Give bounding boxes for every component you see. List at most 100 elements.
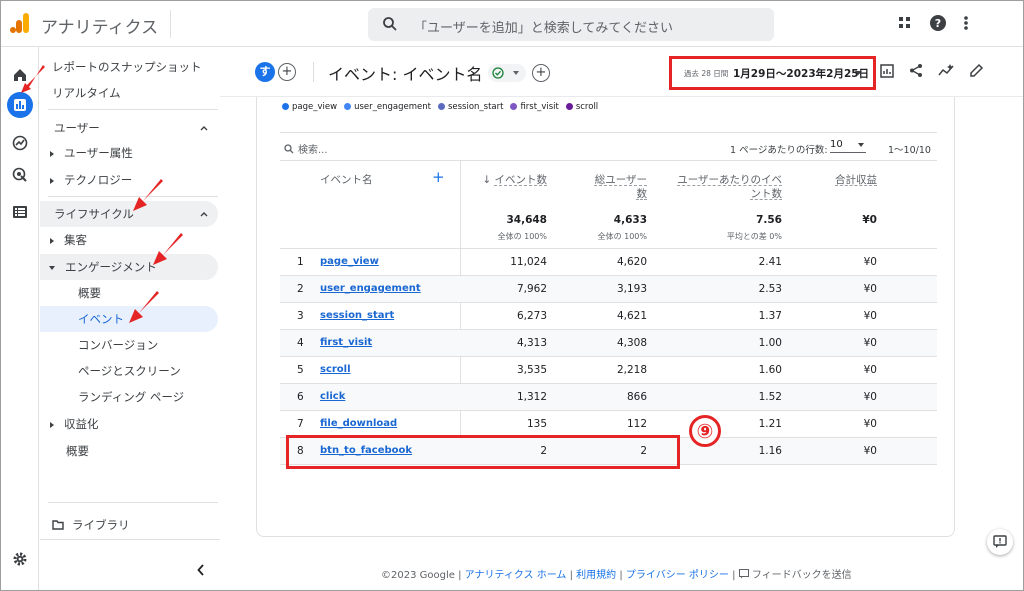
- total-revenue: ¥0: [862, 214, 877, 226]
- add-filter-button[interactable]: +: [532, 64, 550, 82]
- event-name-link[interactable]: first_visit: [320, 337, 372, 348]
- total-event-count: 34,648: [506, 214, 547, 226]
- legend-label: user_engagement: [354, 102, 431, 112]
- header-event-name[interactable]: イベント名: [320, 173, 373, 187]
- sidebar-item-acquisition[interactable]: 集客: [50, 228, 87, 252]
- legend-item[interactable]: scroll: [565, 102, 598, 112]
- add-comparison-button[interactable]: +: [278, 63, 296, 81]
- legend-item[interactable]: session_start: [437, 102, 503, 112]
- apps-grid-icon[interactable]: [897, 15, 913, 31]
- event-count-cell: 1,312: [516, 391, 547, 403]
- sidebar-item-overview[interactable]: 概要: [78, 281, 101, 305]
- header-total-users[interactable]: 総ユーザー数: [595, 173, 647, 201]
- table-row[interactable]: 4 first_visit 4,313 4,308 1.00 ¥0: [280, 329, 937, 356]
- report-header: す + イベント: イベント名 + 過去 28 日間 1月29日～2023年2月…: [220, 47, 1023, 97]
- terms-link[interactable]: 利用規約: [576, 570, 616, 581]
- event-name-link[interactable]: user_engagement: [320, 283, 421, 294]
- separator: |: [569, 570, 573, 581]
- customize-report-icon[interactable]: [880, 63, 895, 78]
- revenue-cell: ¥0: [863, 445, 877, 457]
- top-bar: アナリティクス 「ユーザーを追加」と検索してみてください ?: [1, 1, 1023, 47]
- sidebar-item-technology[interactable]: テクノロジー: [50, 168, 132, 192]
- legend-item[interactable]: user_engagement: [344, 102, 431, 112]
- advertising-icon[interactable]: [10, 165, 30, 185]
- sidebar-item-realtime[interactable]: リアルタイム: [52, 81, 121, 105]
- event-name-link[interactable]: file_download: [320, 418, 397, 429]
- row-index: 5: [297, 364, 304, 376]
- help-icon[interactable]: ?: [929, 14, 947, 32]
- event-name-link[interactable]: scroll: [320, 364, 351, 375]
- revenue-cell: ¥0: [863, 391, 877, 403]
- total-users-sub: 全体の 100%: [597, 232, 647, 241]
- event-name-link[interactable]: click: [320, 391, 345, 402]
- search-input[interactable]: 「ユーザーを追加」と検索してみてください: [368, 8, 774, 41]
- analytics-logo-icon[interactable]: [9, 12, 31, 34]
- event-name-link[interactable]: session_start: [320, 310, 394, 321]
- revenue-cell: ¥0: [863, 256, 877, 268]
- search-icon: [383, 17, 397, 31]
- privacy-link[interactable]: プライバシー ポリシー: [626, 570, 729, 581]
- share-icon[interactable]: [909, 63, 924, 78]
- sidebar-item-pages[interactable]: ページとスクリーン: [78, 359, 181, 383]
- events-table-card: page_view user_engagement session_start …: [256, 97, 955, 537]
- date-range-picker[interactable]: 過去 28 日間 1月29日～2023年2月25日: [669, 56, 876, 90]
- list-icon[interactable]: [10, 202, 30, 222]
- table-row[interactable]: 1 page_view 11,024 4,620 2.41 ¥0: [280, 248, 937, 275]
- sidebar-item-library[interactable]: ライブラリ: [52, 513, 130, 537]
- explore-icon[interactable]: [10, 133, 30, 153]
- table-row[interactable]: 7 file_download 135 112 1.21 ¥0: [280, 410, 937, 437]
- event-count-cell: 7,962: [516, 283, 547, 295]
- sidebar-section-label: ユーザー: [54, 121, 100, 135]
- table-search[interactable]: 検索...: [284, 141, 328, 156]
- sidebar-item-conversions[interactable]: コンバージョン: [78, 333, 158, 357]
- total-users-cell: 4,308: [616, 337, 647, 349]
- separator: |: [732, 570, 736, 581]
- row-index: 2: [297, 283, 304, 295]
- insights-icon[interactable]: [938, 63, 955, 78]
- sidebar-item-user-attr[interactable]: ユーザー属性: [50, 141, 133, 165]
- header-label: 数: [636, 188, 648, 200]
- sidebar-section-lifecycle[interactable]: ライフサイクル: [40, 201, 218, 227]
- search-icon: [284, 144, 294, 154]
- collapse-sidebar-icon[interactable]: [197, 564, 205, 576]
- sidebar-item-monetization[interactable]: 収益化: [50, 412, 99, 436]
- event-name-link[interactable]: page_view: [320, 256, 379, 267]
- sidebar-section-user[interactable]: ユーザー: [40, 115, 218, 141]
- more-vert-icon[interactable]: [963, 15, 969, 31]
- sidebar-item-snapshot[interactable]: レポートのスナップショット: [52, 55, 202, 79]
- header-events-per-user[interactable]: ユーザーあたりのイベ ント数: [677, 173, 782, 201]
- sidebar-item-landing[interactable]: ランディング ページ: [78, 385, 184, 409]
- table-row[interactable]: 3 session_start 6,273 4,621 1.37 ¥0: [280, 302, 937, 329]
- red-arrow-icon: [129, 291, 159, 323]
- red-arrow-icon: [21, 65, 45, 93]
- legend-item[interactable]: first_visit: [510, 102, 559, 112]
- report-actions: [880, 63, 984, 78]
- event-count-cell: 11,024: [510, 256, 547, 268]
- header-revenue[interactable]: 合計収益: [835, 173, 877, 187]
- header-event-count[interactable]: ↓ イベント数: [482, 173, 547, 187]
- settings-gear-icon[interactable]: [10, 549, 30, 569]
- red-arrow-icon: [133, 179, 163, 211]
- header-label: イベント数: [494, 174, 548, 186]
- table-row[interactable]: 5 scroll 3,535 2,218 1.60 ¥0: [280, 356, 937, 383]
- feedback-icon: [993, 535, 1007, 548]
- rows-per-page-select[interactable]: 10: [830, 139, 866, 153]
- sidebar-item-engagement[interactable]: エンゲージメント: [40, 254, 218, 280]
- edit-pencil-icon[interactable]: [969, 63, 984, 78]
- events-per-user-cell: 2.53: [758, 283, 782, 295]
- analytics-home-link[interactable]: アナリティクス ホーム: [465, 570, 567, 581]
- send-feedback-link[interactable]: フィードバックを送信: [752, 570, 852, 581]
- comparison-badge[interactable]: す: [255, 62, 275, 82]
- highlight-box: [286, 435, 680, 469]
- table-row[interactable]: 6 click 1,312 866 1.52 ¥0: [280, 383, 937, 410]
- add-dimension-button[interactable]: +: [432, 170, 445, 185]
- legend-item[interactable]: page_view: [282, 102, 337, 112]
- events-per-user-cell: 2.41: [758, 256, 782, 268]
- header-label: 総ユーザー: [594, 174, 647, 186]
- reports-icon[interactable]: [7, 92, 33, 118]
- sidebar-item-overview2[interactable]: 概要: [66, 439, 89, 463]
- status-chip[interactable]: [488, 64, 526, 82]
- total-per-user-sub: 平均との差 0%: [726, 232, 782, 241]
- feedback-button[interactable]: [987, 529, 1013, 555]
- table-row[interactable]: 2 user_engagement 7,962 3,193 2.53 ¥0: [280, 275, 937, 302]
